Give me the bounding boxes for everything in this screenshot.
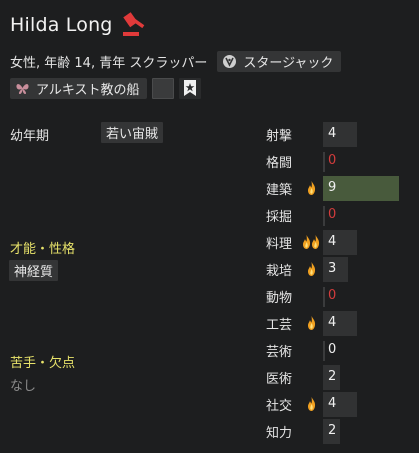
gavel-faction-icon[interactable] bbox=[122, 12, 150, 38]
skill-row[interactable]: 芸術 0 bbox=[0, 338, 419, 363]
skill-row[interactable]: 医術 2 bbox=[0, 365, 419, 390]
skill-label: 医術 bbox=[266, 372, 293, 387]
skill-value: 2 bbox=[328, 423, 337, 438]
skill-label: 射撃 bbox=[266, 129, 293, 144]
skill-label: 建築 bbox=[266, 183, 293, 198]
skill-label: 採掘 bbox=[266, 210, 293, 225]
role-empty-slot[interactable] bbox=[152, 77, 175, 99]
passion-minor-flame-icon bbox=[308, 316, 316, 330]
pawn-name: Hilda Long bbox=[10, 14, 113, 36]
skill-value: 3 bbox=[328, 261, 337, 276]
ideology-tag-label: アルキスト教の船 bbox=[36, 82, 140, 98]
pawn-description: 女性, 年齢 14, 青年 スクラッパー bbox=[10, 55, 208, 71]
passion-minor-flame-icon bbox=[308, 397, 316, 411]
passion-minor-flame-icon bbox=[308, 181, 316, 195]
skill-value: 9 bbox=[328, 180, 337, 195]
skill-value: 4 bbox=[328, 396, 337, 411]
skill-level-empty bbox=[323, 341, 325, 361]
ideology-tag[interactable]: アルキスト教の船 bbox=[10, 77, 148, 99]
skill-label: 工芸 bbox=[266, 318, 293, 333]
skill-value: 0 bbox=[328, 153, 337, 168]
skill-label: 栽培 bbox=[266, 264, 293, 279]
skill-row[interactable]: 工芸 4 bbox=[0, 311, 419, 336]
skill-row[interactable]: 射撃 4 bbox=[0, 122, 419, 147]
skill-row[interactable]: 知力 2 bbox=[0, 419, 419, 444]
skill-value: 0 bbox=[328, 342, 337, 357]
faction-tag-label: スタージャック bbox=[243, 55, 334, 71]
skill-label: 格闘 bbox=[266, 156, 293, 171]
skill-label: 知力 bbox=[266, 426, 293, 441]
skill-value: 0 bbox=[328, 207, 337, 222]
skill-level-empty bbox=[323, 152, 325, 172]
skill-label: 料理 bbox=[266, 237, 293, 252]
skill-label: 動物 bbox=[266, 291, 293, 306]
skill-row[interactable]: 動物 0 bbox=[0, 284, 419, 309]
skill-row[interactable]: 建築 9 bbox=[0, 176, 419, 201]
skill-value: 4 bbox=[328, 315, 337, 330]
skill-value: 4 bbox=[328, 126, 337, 141]
faction-crest-icon bbox=[222, 54, 237, 69]
skill-row[interactable]: 格闘 0 bbox=[0, 149, 419, 174]
skill-level-empty bbox=[323, 287, 325, 307]
skill-value: 2 bbox=[328, 369, 337, 384]
skill-value: 4 bbox=[328, 234, 337, 249]
skill-label: 芸術 bbox=[266, 345, 293, 360]
faction-tag[interactable]: スタージャック bbox=[217, 50, 342, 72]
skill-row[interactable]: 栽培 3 bbox=[0, 257, 419, 282]
skill-value: 0 bbox=[328, 288, 337, 303]
skill-level-empty bbox=[323, 206, 325, 226]
ideology-butterfly-icon bbox=[15, 81, 30, 96]
skill-row[interactable]: 社交 4 bbox=[0, 392, 419, 417]
skill-row[interactable]: 採掘 0 bbox=[0, 203, 419, 228]
favorite-star-button[interactable] bbox=[179, 77, 202, 99]
passion-major-flame-icon bbox=[303, 235, 320, 249]
skill-label: 社交 bbox=[266, 399, 293, 414]
passion-minor-flame-icon bbox=[308, 262, 316, 276]
skill-row[interactable]: 料理 4 bbox=[0, 230, 419, 255]
